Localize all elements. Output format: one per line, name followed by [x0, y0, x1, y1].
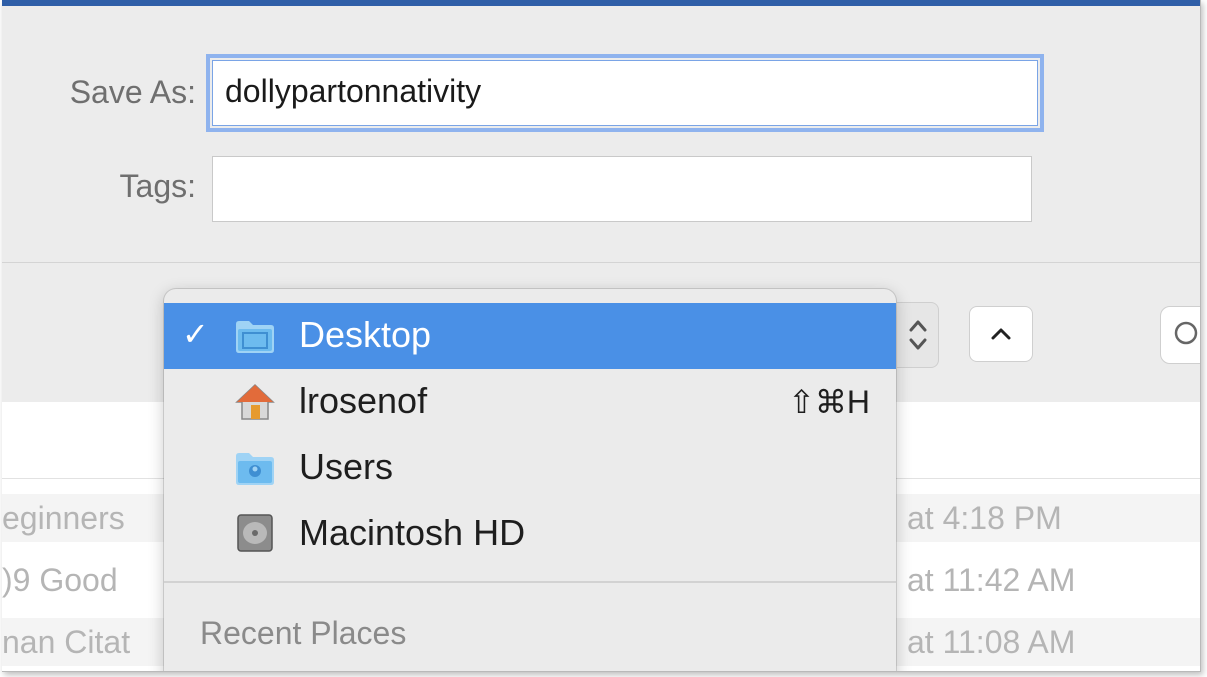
file-name: eginners — [2, 500, 125, 536]
folder-icon — [236, 321, 274, 353]
menu-item-label: lrosenof — [299, 380, 428, 421]
chevron-up-icon — [991, 328, 1011, 340]
search-field[interactable] — [1160, 306, 1200, 364]
window-title-strip — [2, 0, 1200, 6]
save-as-field[interactable]: dollypartonnativity — [206, 54, 1044, 132]
location-popup-menu: ✓ Desktop lrosenof ⇧⌘H Users Macintosh H… — [164, 289, 896, 671]
tags-field[interactable] — [212, 156, 1032, 222]
users-folder-icon — [236, 453, 274, 485]
search-icon — [1174, 321, 1198, 345]
file-date: at 11:42 AM — [907, 562, 1076, 598]
menu-separator — [164, 581, 896, 583]
file-date: at 11:08 AM — [907, 624, 1076, 660]
file-date: at 4:18 PM — [907, 500, 1062, 536]
save-dialog: Save As: dollypartonnativity Tags: eginn… — [2, 0, 1201, 672]
check-mark: ✓ — [182, 316, 209, 352]
menu-item-label: Users — [299, 446, 394, 487]
toolbar-separator — [2, 262, 1200, 263]
menu-item-label: Macintosh HD — [299, 512, 526, 553]
tags-label: Tags: — [119, 168, 196, 204]
file-name: )9 Good — [2, 562, 118, 598]
go-up-button[interactable] — [969, 306, 1033, 362]
save-as-label: Save As: — [69, 74, 196, 110]
menu-item-macintosh-hd[interactable]: Macintosh HD — [164, 501, 896, 567]
location-popup-stepper[interactable] — [897, 302, 939, 368]
menu-item-label: Desktop — [299, 314, 432, 355]
file-name: nan Citat — [2, 624, 131, 660]
home-icon — [235, 383, 275, 420]
menu-item-desktop[interactable]: ✓ Desktop — [164, 303, 896, 369]
hard-drive-icon — [237, 514, 273, 552]
keyboard-shortcut: ⇧⌘H — [788, 384, 870, 420]
menu-item-lrosenof[interactable]: lrosenof ⇧⌘H — [164, 369, 896, 435]
menu-item-users[interactable]: Users — [164, 435, 896, 501]
recent-places-header: Recent Places — [200, 615, 407, 651]
up-down-chevron-icon — [909, 320, 926, 350]
